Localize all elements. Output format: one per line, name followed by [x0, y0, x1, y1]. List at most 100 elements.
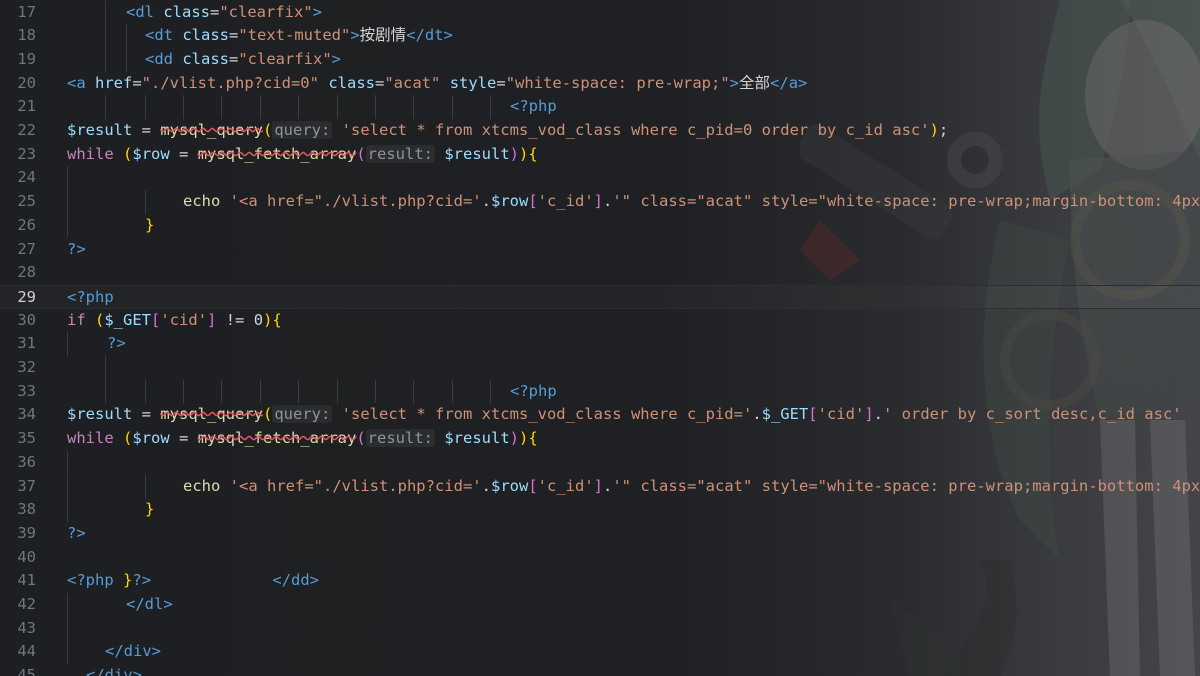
code-line[interactable]: 22 $result = mysql_query(query: 'select *… [0, 119, 1200, 143]
code-token: while [67, 144, 114, 163]
line-number: 32 [17, 358, 36, 376]
line-number: 39 [17, 523, 36, 542]
code-token: = [229, 26, 239, 45]
code-editor[interactable]: 17 <dl class="clearfix"> 18 <dt class="text… [0, 0, 1200, 676]
code-token: ) [519, 429, 529, 448]
code-token: > [729, 73, 740, 92]
code-line[interactable]: 38} [0, 498, 1200, 522]
code-token: $row [490, 192, 529, 211]
code-line[interactable]: 45 </div> [0, 664, 1200, 676]
code-line[interactable]: 21 <?php [0, 95, 1200, 119]
code-token: href [95, 73, 133, 92]
indent-guide [145, 474, 146, 499]
code-token: "acat" [384, 73, 441, 92]
code-token: 按剧情 [359, 26, 407, 45]
code-line[interactable]: 44 </div> [0, 640, 1200, 665]
code-line[interactable]: 30 if ($_GET['cid'] != 0){ [0, 309, 1200, 333]
indent-guide [260, 379, 261, 404]
code-token: </div> [105, 642, 161, 661]
code-token: = [169, 429, 198, 448]
code-token: ) [263, 310, 273, 329]
indent-guide [126, 47, 127, 72]
code-text: <dl class="clearfix"> [126, 1, 322, 25]
code-token: { [528, 144, 538, 163]
code-line[interactable]: 31 ?> [0, 332, 1200, 356]
code-line[interactable]: 34 $result = mysql_query(query: 'select *… [0, 403, 1200, 427]
inlay-hint: query: [272, 405, 333, 424]
code-line[interactable]: 17 <dl class="clearfix"> [0, 0, 1200, 25]
code-line[interactable]: 25 echo '<a href="./vlist.php?cid='.$row[… [0, 190, 1200, 214]
code-token: } [145, 500, 155, 519]
code-token: class [182, 26, 229, 45]
line-number: 40 [17, 547, 36, 566]
line-number: 34 [17, 405, 36, 424]
code-line[interactable]: 19 <dd class="clearfix"> [0, 47, 1200, 72]
indent-guide [67, 640, 68, 665]
code-text: <?php [67, 286, 114, 310]
code-line[interactable]: 43 [0, 616, 1200, 641]
code-line[interactable]: 39 ?> [0, 522, 1200, 546]
indent-guide [67, 190, 68, 214]
code-token: { [528, 429, 538, 448]
line-number: 37 [17, 476, 36, 495]
indent-guide [145, 190, 146, 214]
code-text: echo '<a href="./vlist.php?cid='.$row['c… [183, 475, 1200, 499]
code-text: echo '<a href="./vlist.php?cid='.$row['c… [183, 190, 1200, 214]
line-number: 17 [17, 2, 36, 21]
line-number: 25 [17, 192, 36, 211]
code-line[interactable]: 18 <dt class="text-muted">按剧情</dt> [0, 24, 1200, 48]
indent-guide [126, 24, 127, 48]
code-text: <?php [510, 380, 557, 404]
code-line[interactable]: 32 [0, 356, 1200, 380]
code-line[interactable]: 42 </dl> [0, 593, 1200, 617]
code-token: = [132, 73, 142, 92]
code-token: 'select * from xtcms_vod_class where c_p… [341, 121, 930, 139]
indent-guide [105, 95, 106, 119]
indent-guide [298, 95, 299, 119]
code-line[interactable]: 35 while ($row = mysql_fetch_array(result… [0, 427, 1200, 451]
code-line[interactable]: 36 [0, 450, 1200, 475]
line-number: 33 [17, 381, 36, 400]
code-token: </dl> [126, 595, 173, 613]
code-line[interactable]: 40 [0, 546, 1200, 570]
code-line[interactable]: 37 echo '<a href="./vlist.php?cid='.$row[… [0, 474, 1200, 499]
code-token: '" class="acat" style="white-space: pre-… [612, 192, 1200, 211]
code-line[interactable]: 24 [0, 166, 1200, 191]
code-token: ( [95, 310, 105, 329]
code-line[interactable]: 23 while ($row = mysql_fetch_array(result… [0, 143, 1200, 167]
indent-guide [105, 0, 106, 25]
code-token: = [132, 405, 161, 424]
code-token: = [132, 121, 161, 139]
code-token: = [169, 144, 198, 163]
indent-guide [221, 95, 222, 119]
code-token: ] [593, 192, 603, 211]
deprecated-function: mysql_fetch_array [197, 144, 357, 163]
code-token: while [67, 429, 114, 448]
deprecated-function: mysql_query [160, 121, 263, 139]
code-line[interactable]: 26} [0, 213, 1200, 238]
code-line[interactable]: 33 <?php [0, 379, 1200, 404]
code-token: ( [123, 429, 133, 448]
code-line[interactable]: 28 [0, 261, 1200, 285]
code-token: '<a href="./vlist.php?cid=' [229, 476, 482, 495]
indent-guide [67, 474, 68, 499]
code-text: </div> [105, 640, 161, 664]
code-token: 'c_id' [537, 476, 594, 495]
code-token: ( [262, 405, 273, 424]
code-text: $result = mysql_query(query: 'select * f… [67, 119, 948, 143]
line-number: 26 [17, 215, 36, 234]
indent-guide [337, 95, 338, 119]
code-text: } [145, 214, 154, 238]
code-line[interactable]: 41 <?php }?> </dd> [0, 569, 1200, 593]
code-text: <dt class="text-muted">按剧情</dt> [145, 24, 453, 48]
code-line[interactable]: 27 ?> [0, 238, 1200, 262]
code-token: { [272, 310, 282, 329]
code-token: <dl [126, 2, 164, 21]
code-line[interactable]: 20 <a href="./vlist.php?cid=0" class="aca… [0, 72, 1200, 96]
code-line[interactable]: 29 <?php [0, 284, 1200, 310]
code-token: . [752, 405, 762, 424]
code-token: ' order by c_sort desc,c_id asc' [883, 405, 1182, 424]
